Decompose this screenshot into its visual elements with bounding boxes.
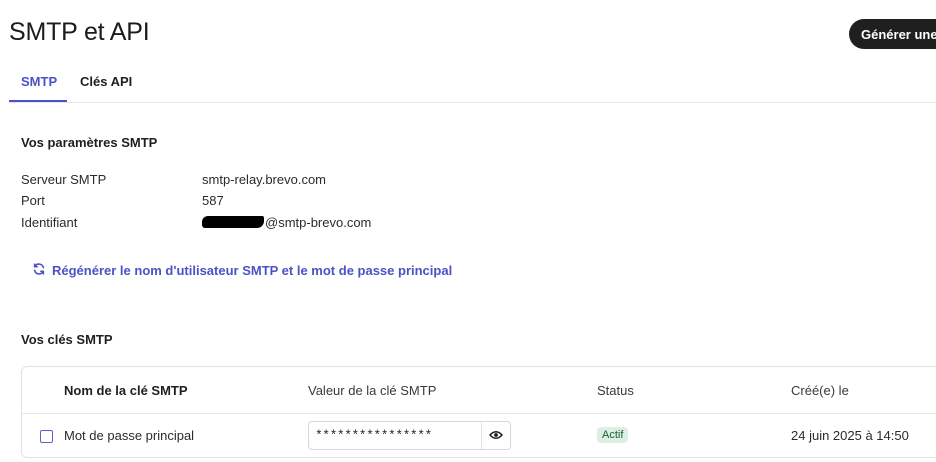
reveal-key-button[interactable]	[481, 422, 510, 449]
created-date-cell: 24 juin 2025 à 14:50	[791, 428, 909, 443]
column-header-created: Créé(e) le	[791, 383, 849, 398]
smtp-keys-title: Vos clés SMTP	[21, 332, 113, 347]
active-tab-indicator	[9, 100, 67, 102]
tab-bar: SMTP Clés API	[9, 64, 936, 103]
header-row-divider	[22, 413, 936, 414]
status-badge: Actif	[597, 427, 629, 443]
key-name-cell: Mot de passe principal	[64, 428, 195, 443]
key-value-field: ****************	[308, 421, 511, 450]
regenerate-credentials-link[interactable]: Régénérer le nom d'utilisateur SMTP et l…	[32, 262, 452, 279]
login-value: @smtp-brevo.com	[202, 215, 371, 230]
eye-icon	[488, 427, 504, 445]
tab-smtp[interactable]: SMTP	[21, 74, 57, 89]
redacted-username	[202, 216, 264, 228]
smtp-server-label: Serveur SMTP	[21, 172, 107, 187]
column-header-status: Status	[597, 383, 634, 398]
smtp-settings-title: Vos paramètres SMTP	[21, 135, 158, 150]
refresh-icon	[32, 262, 46, 279]
smtp-keys-table: Nom de la clé SMTP Valeur de la clé SMTP…	[21, 366, 936, 458]
row-select-checkbox[interactable]	[40, 430, 53, 443]
regenerate-link-label: Régénérer le nom d'utilisateur SMTP et l…	[52, 263, 453, 278]
masked-key-value: ****************	[315, 428, 432, 443]
port-value: 587	[202, 193, 224, 208]
column-header-name: Nom de la clé SMTP	[64, 383, 188, 398]
port-label: Port	[21, 193, 45, 208]
page-title: SMTP et API	[9, 18, 150, 46]
smtp-server-value: smtp-relay.brevo.com	[202, 172, 327, 187]
generate-button[interactable]: Générer une	[849, 19, 936, 49]
tab-api-keys[interactable]: Clés API	[80, 74, 132, 89]
login-domain: @smtp-brevo.com	[265, 215, 372, 230]
login-label: Identifiant	[21, 215, 78, 230]
column-header-value: Valeur de la clé SMTP	[308, 383, 437, 398]
